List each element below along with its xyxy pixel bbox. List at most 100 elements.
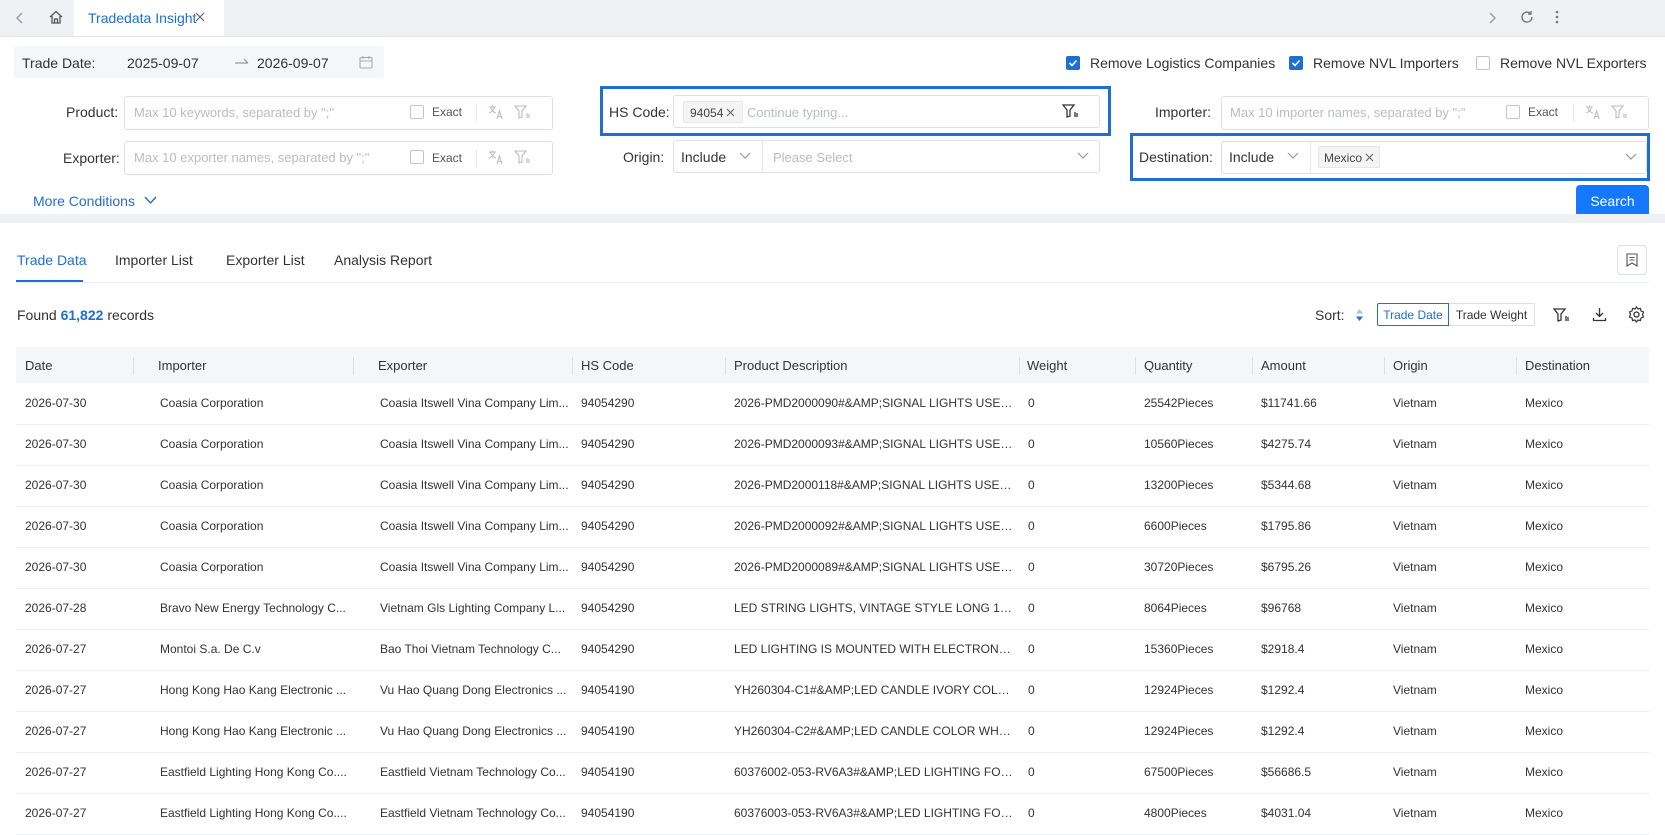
cell-exporter[interactable]: Eastfield Vietnam Technology Co... — [380, 806, 572, 820]
cell-exporter[interactable]: Vu Hao Quang Dong Electronics ... — [380, 724, 572, 738]
column-header-destination[interactable]: Destination — [1525, 358, 1590, 373]
back-arrow-icon[interactable] — [12, 10, 28, 26]
cell-exporter[interactable]: Eastfield Vietnam Technology Co... — [380, 765, 572, 779]
cell-importer[interactable]: Bravo New Energy Technology C... — [160, 601, 360, 615]
filter-icon[interactable] — [514, 149, 530, 165]
table-row[interactable]: 2026-07-27 Eastfield Lighting Hong Kong C… — [16, 793, 1649, 835]
table-row[interactable]: 2026-07-27 Montoi S.a. De C.v Bao Thoi Vie… — [16, 629, 1649, 671]
refresh-icon[interactable] — [1519, 9, 1535, 25]
column-header-weight[interactable]: Weight — [1027, 358, 1067, 373]
table-row[interactable]: 2026-07-30 Coasia Corporation Coasia Itswe… — [16, 383, 1649, 425]
table-row[interactable]: 2026-07-27 Hong Kong Hao Kang Electronic … — [16, 670, 1649, 712]
exporter-exact-checkbox[interactable] — [410, 150, 424, 164]
cell-importer[interactable]: Eastfield Lighting Hong Kong Co.... — [160, 765, 360, 779]
tabs-bottom-border — [16, 282, 1649, 283]
table-row[interactable]: 2026-07-30 Coasia Corporation Coasia Itswe… — [16, 424, 1649, 466]
remove-logistics-checkbox[interactable] — [1066, 56, 1080, 70]
tab-analysis-report[interactable]: Analysis Report — [334, 252, 432, 268]
bookmark-button[interactable] — [1617, 245, 1647, 275]
tab-trade-data[interactable]: Trade Data — [17, 252, 87, 268]
cell-importer[interactable]: Eastfield Lighting Hong Kong Co.... — [160, 806, 360, 820]
chevron-down-icon[interactable] — [739, 152, 751, 160]
filter-icon[interactable] — [514, 104, 530, 120]
column-header-quantity[interactable]: Quantity — [1144, 358, 1192, 373]
table-row[interactable]: 2026-07-30 Coasia Corporation Coasia Itswe… — [16, 547, 1649, 589]
destination-select[interactable] — [1221, 141, 1647, 174]
remove-nvl-importers-label: Remove NVL Importers — [1313, 55, 1459, 71]
search-button[interactable]: Search — [1576, 185, 1649, 217]
importer-exact-checkbox[interactable] — [1506, 105, 1520, 119]
table-row[interactable]: 2026-07-30 Coasia Corporation Coasia Itswe… — [16, 506, 1649, 548]
more-conditions-link[interactable]: More Conditions — [33, 193, 135, 209]
sort-trade-date-button[interactable]: Trade Date — [1377, 303, 1449, 326]
chevron-down-icon[interactable] — [1077, 152, 1089, 160]
translate-icon[interactable] — [488, 104, 504, 120]
date-to-input[interactable]: 2026-09-07 — [257, 55, 329, 71]
calendar-icon[interactable] — [359, 55, 373, 69]
cell-exporter[interactable]: Coasia Itswell Vina Company Lim... — [380, 560, 572, 574]
origin-select[interactable] — [673, 140, 1100, 173]
chevron-down-icon[interactable] — [144, 196, 157, 205]
cell-importer[interactable]: Coasia Corporation — [160, 478, 360, 492]
cell-destination: Mexico — [1525, 765, 1564, 779]
column-separator — [1384, 357, 1385, 375]
cell-importer[interactable]: Hong Kong Hao Kang Electronic ... — [160, 724, 360, 738]
column-header-amount[interactable]: Amount — [1261, 358, 1306, 373]
cell-exporter[interactable]: Coasia Itswell Vina Company Lim... — [380, 478, 572, 492]
origin-mode-select[interactable]: Include — [681, 149, 726, 165]
cell-date: 2026-07-30 — [25, 478, 87, 492]
cell-importer[interactable]: Coasia Corporation — [160, 519, 360, 533]
tab-importer-list[interactable]: Importer List — [115, 252, 193, 268]
cell-exporter[interactable]: Vu Hao Quang Dong Electronics ... — [380, 683, 572, 697]
column-filter-icon[interactable] — [1553, 307, 1569, 323]
table-row[interactable]: 2026-07-27 Hong Kong Hao Kang Electronic … — [16, 711, 1649, 753]
cell-quantity: 12924Pieces — [1144, 683, 1214, 697]
hs-filter-icon[interactable] — [1062, 103, 1078, 119]
column-header-hs-code[interactable]: HS Code — [581, 358, 634, 373]
date-from-input[interactable]: 2025-09-07 — [127, 55, 199, 71]
sort-order-icon[interactable] — [1355, 308, 1364, 322]
cell-exporter[interactable]: Coasia Itswell Vina Company Lim... — [380, 437, 572, 451]
hs-code-placeholder: Continue typing... — [747, 105, 849, 120]
column-header-product-description[interactable]: Product Description — [734, 358, 847, 373]
translate-icon[interactable] — [488, 149, 504, 165]
destination-mode-select[interactable]: Include — [1229, 149, 1274, 165]
chevron-down-icon[interactable] — [1625, 153, 1637, 161]
table-row[interactable]: 2026-07-28 Bravo New Energy Technology C.… — [16, 588, 1649, 630]
cell-exporter[interactable]: Coasia Itswell Vina Company Lim... — [380, 396, 572, 410]
chevron-down-icon[interactable] — [1287, 152, 1299, 160]
cell-importer[interactable]: Coasia Corporation — [160, 396, 360, 410]
table-row[interactable]: 2026-07-30 Coasia Corporation Coasia Itswe… — [16, 465, 1649, 507]
column-header-exporter[interactable]: Exporter — [378, 358, 427, 373]
cell-importer[interactable]: Hong Kong Hao Kang Electronic ... — [160, 683, 360, 697]
remove-nvl-exporters-checkbox[interactable] — [1476, 56, 1490, 70]
settings-gear-icon[interactable] — [1628, 306, 1645, 323]
column-header-date[interactable]: Date — [25, 358, 52, 373]
table-row[interactable]: 2026-07-27 Eastfield Lighting Hong Kong C… — [16, 752, 1649, 794]
cell-hs-code: 94054290 — [581, 601, 635, 615]
download-icon[interactable] — [1592, 307, 1607, 322]
cell-importer[interactable]: Coasia Corporation — [160, 560, 360, 574]
cell-exporter[interactable]: Bao Thoi Vietnam Technology C... — [380, 642, 572, 656]
cell-product-description: YH260304-C1#&AMP;LED CANDLE IVORY COLOR,… — [734, 683, 1014, 697]
cell-destination: Mexico — [1525, 396, 1564, 410]
sort-trade-weight-button[interactable]: Trade Weight — [1449, 303, 1535, 326]
forward-arrow-icon[interactable] — [1484, 10, 1500, 26]
tag-close-icon[interactable] — [1365, 153, 1374, 162]
cell-importer[interactable]: Coasia Corporation — [160, 437, 360, 451]
translate-icon[interactable] — [1585, 104, 1601, 120]
tag-close-icon[interactable] — [726, 108, 735, 117]
column-header-origin[interactable]: Origin — [1393, 358, 1428, 373]
cell-exporter[interactable]: Coasia Itswell Vina Company Lim... — [380, 519, 572, 533]
more-menu-icon[interactable] — [1554, 9, 1560, 25]
product-exact-checkbox[interactable] — [410, 105, 424, 119]
cell-exporter[interactable]: Vietnam Gls Lighting Company L... — [380, 601, 572, 615]
filter-icon[interactable] — [1611, 104, 1627, 120]
cell-product-description: YH260304-C2#&AMP;LED CANDLE COLOR WHITE,… — [734, 724, 1014, 738]
home-icon[interactable] — [48, 9, 64, 25]
column-header-importer[interactable]: Importer — [158, 358, 206, 373]
remove-nvl-importers-checkbox[interactable] — [1289, 56, 1303, 70]
close-icon[interactable] — [194, 11, 206, 23]
cell-importer[interactable]: Montoi S.a. De C.v — [160, 642, 360, 656]
tab-exporter-list[interactable]: Exporter List — [226, 252, 305, 268]
